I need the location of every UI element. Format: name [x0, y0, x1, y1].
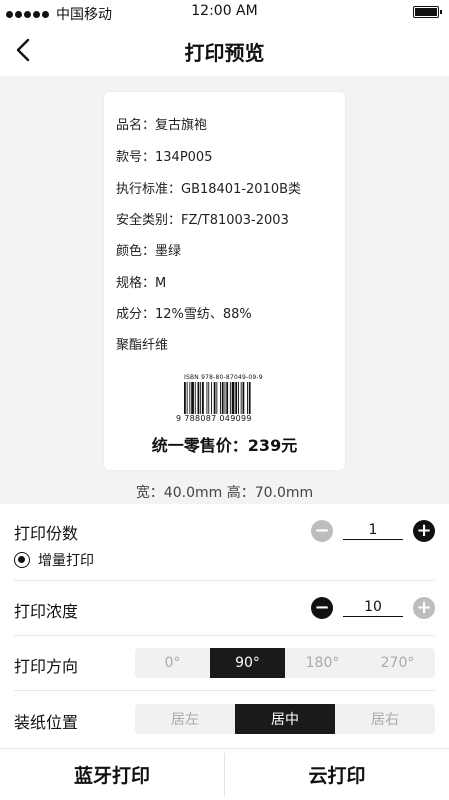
label-preview-card: 品名：复古旗袍 款号：134P005 执行标准：GB18401-2010B类 安…: [103, 91, 346, 471]
plus-circle-icon: +: [416, 520, 432, 541]
paper-position-label: 装纸位置: [14, 713, 79, 732]
density-plus-button[interactable]: +: [413, 597, 435, 619]
increment-print-label: 增量打印: [38, 553, 94, 569]
paper-position-left[interactable]: 居左: [135, 704, 235, 734]
nav-bar: 打印预览: [0, 24, 449, 76]
direction-label: 打印方向: [14, 657, 79, 676]
direction-option-270[interactable]: 270°: [360, 648, 435, 678]
label-line-standard: 执行标准：GB18401-2010B类: [116, 182, 302, 197]
cloud-print-button[interactable]: 云打印: [225, 749, 449, 800]
copies-minus-button[interactable]: −: [311, 520, 333, 542]
status-time: 12:00 AM: [191, 3, 258, 19]
label-line-composition-cont: 聚酯纤维: [116, 338, 169, 353]
direction-option-0[interactable]: 0°: [135, 648, 210, 678]
copies-row: 打印份数 − 1 + 增量打印: [0, 504, 449, 580]
density-row: 打印浓度 − 10 +: [0, 581, 449, 635]
label-dimensions: 宽：40.0mm 高：70.0mm: [135, 485, 314, 501]
paper-position-center[interactable]: 居中: [235, 704, 335, 734]
density-minus-button[interactable]: −: [311, 597, 333, 619]
paper-position-row: 装纸位置 居左 居中 居右: [0, 691, 449, 747]
label-line-composition: 成分：12%雪纺、88%: [116, 307, 252, 322]
density-value[interactable]: 10: [343, 599, 403, 617]
density-stepper: − 10 +: [311, 597, 435, 619]
label-line-color: 颜色：墨绿: [116, 244, 182, 259]
label-line-style-no: 款号：134P005: [116, 150, 213, 165]
barcode: ISBN 978-80-87049-09-9 9 788087 049099: [176, 374, 276, 424]
direction-option-90[interactable]: 90°: [210, 648, 285, 678]
status-bar: 中国移动 12:00 AM: [0, 0, 449, 24]
label-line-size: 规格：M: [116, 276, 167, 291]
retail-price: 统一零售价：239元: [151, 436, 298, 455]
copies-label: 打印份数: [14, 524, 79, 543]
bottom-action-bar: 蓝牙打印 云打印: [0, 748, 449, 800]
direction-segmented-control: 0° 90° 180° 270°: [135, 648, 435, 678]
battery-icon: [413, 6, 442, 18]
copies-stepper: − 1 +: [311, 520, 435, 542]
increment-print-radio[interactable]: 增量打印: [14, 550, 94, 570]
copies-plus-button[interactable]: +: [413, 520, 435, 542]
paper-position-segmented-control: 居左 居中 居右: [135, 704, 435, 734]
paper-position-right[interactable]: 居右: [335, 704, 435, 734]
page-title: 打印预览: [184, 41, 265, 65]
barcode-digits: 9 788087 049099: [176, 414, 252, 423]
radio-selected-icon: [14, 552, 30, 568]
label-line-safety: 安全类别：FZ/T81003-2003: [116, 213, 289, 228]
direction-option-180[interactable]: 180°: [285, 648, 360, 678]
plus-circle-icon: +: [416, 597, 432, 618]
minus-circle-icon: −: [314, 597, 330, 618]
bluetooth-print-button[interactable]: 蓝牙打印: [0, 749, 224, 800]
minus-circle-icon: −: [314, 520, 330, 541]
density-label: 打印浓度: [14, 602, 79, 621]
label-line-name: 品名：复古旗袍: [116, 118, 208, 133]
copies-value[interactable]: 1: [343, 522, 403, 540]
direction-row: 打印方向 0° 90° 180° 270°: [0, 636, 449, 690]
preview-area: 品名：复古旗袍 款号：134P005 执行标准：GB18401-2010B类 安…: [0, 76, 449, 504]
